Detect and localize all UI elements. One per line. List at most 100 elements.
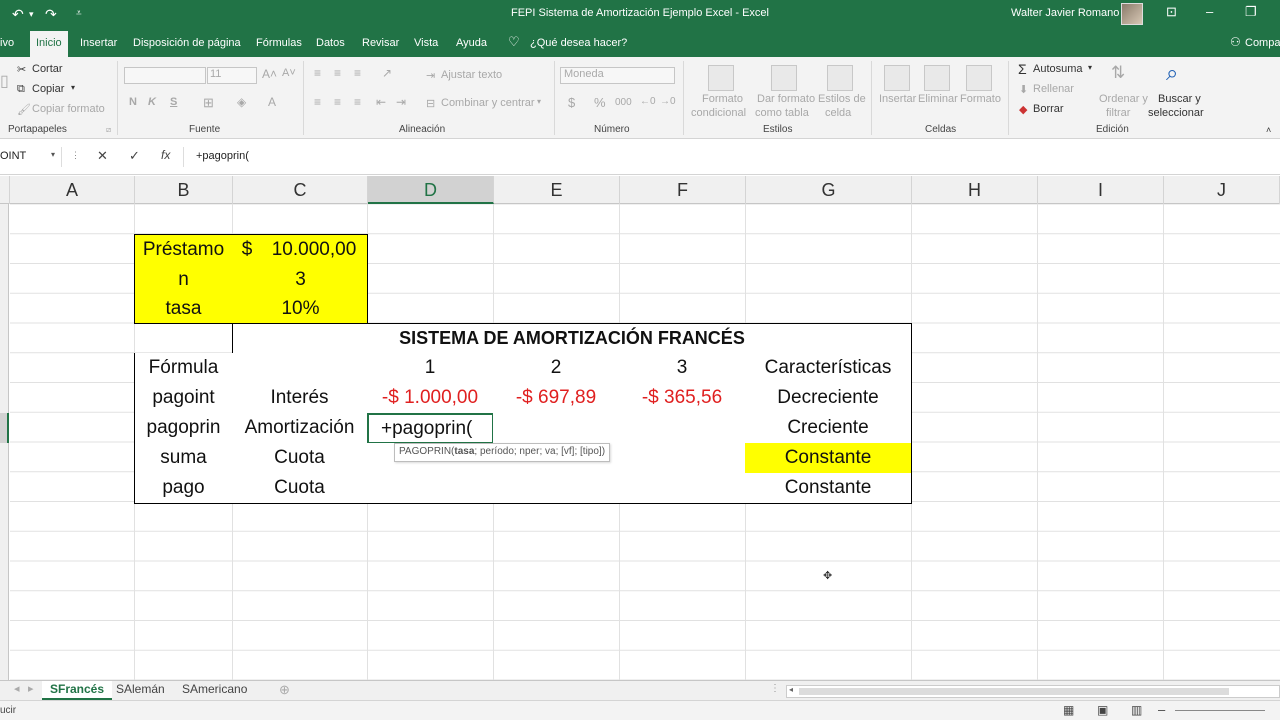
- prev-sheet-icon[interactable]: ◂: [14, 682, 20, 695]
- column-header-j[interactable]: J: [1164, 176, 1280, 204]
- cell-b3-loan-label[interactable]: Préstamo: [135, 235, 232, 265]
- tab-archivo[interactable]: ivo: [0, 37, 14, 49]
- column-header-c[interactable]: C: [233, 176, 368, 204]
- format-painter-button[interactable]: Copiar formato: [32, 103, 105, 115]
- cell-g10[interactable]: Constante: [745, 443, 912, 474]
- cell-f8[interactable]: -$ 365,56: [619, 383, 746, 414]
- cell-b8[interactable]: pagoint: [134, 383, 233, 414]
- align-middle-icon[interactable]: ≡: [334, 66, 341, 80]
- fill-button[interactable]: Rellenar: [1033, 83, 1074, 95]
- cell-b7-formula-header[interactable]: Fórmula: [134, 353, 233, 384]
- orientation-icon[interactable]: ↗: [382, 66, 392, 80]
- enter-icon[interactable]: ✓: [129, 148, 140, 164]
- autosum-button[interactable]: Autosuma: [1033, 63, 1083, 75]
- font-size-dropdown[interactable]: 11: [207, 67, 257, 84]
- name-box-dropdown-icon[interactable]: ▾: [51, 150, 55, 159]
- wrap-text-button[interactable]: Ajustar texto: [441, 69, 502, 81]
- cell-c4-n-value[interactable]: 3: [233, 265, 368, 295]
- conditional-format-icon[interactable]: [708, 65, 734, 91]
- cell-b11[interactable]: pago: [134, 473, 233, 504]
- zoom-slider[interactable]: [1175, 710, 1265, 711]
- align-top-icon[interactable]: ≡: [314, 66, 321, 80]
- cut-icon[interactable]: ✂: [17, 63, 26, 76]
- merge-dropdown-icon[interactable]: ▾: [537, 97, 541, 106]
- sort-filter-label-2[interactable]: filtrar: [1106, 107, 1130, 119]
- cancel-icon[interactable]: ✕: [97, 148, 108, 164]
- cell-g9[interactable]: Creciente: [745, 413, 912, 444]
- tab-vista[interactable]: Vista: [414, 37, 438, 49]
- underline-button[interactable]: S: [170, 96, 177, 108]
- formula-bar-menu-icon[interactable]: ⋮: [71, 150, 80, 161]
- increase-indent-icon[interactable]: ⇥: [396, 95, 406, 109]
- delete-cells-icon[interactable]: [924, 65, 950, 91]
- column-header-a[interactable]: A: [10, 176, 135, 204]
- clear-button[interactable]: Borrar: [1033, 103, 1064, 115]
- paste-icon[interactable]: ▯: [0, 71, 9, 91]
- align-bottom-icon[interactable]: ≡: [354, 66, 361, 80]
- conditional-format-label-2[interactable]: condicional: [691, 107, 746, 119]
- format-painter-icon[interactable]: 🖌: [17, 103, 31, 116]
- tooltip-current-arg[interactable]: tasa: [454, 446, 474, 457]
- increase-decimal-icon[interactable]: ←0: [640, 96, 656, 107]
- select-all-corner[interactable]: [0, 176, 10, 204]
- cell-c8[interactable]: Interés: [232, 383, 368, 414]
- normal-view-icon[interactable]: ▦: [1063, 703, 1074, 717]
- row-headers[interactable]: [0, 204, 9, 680]
- table-title[interactable]: SISTEMA DE AMORTIZACIÓN FRANCÉS: [232, 323, 912, 354]
- column-header-d[interactable]: D: [368, 176, 494, 204]
- collapse-ribbon-icon[interactable]: ˄: [1266, 125, 1271, 135]
- worksheet-grid[interactable]: Préstamo $ 10.000,00 n 3 tasa 10% SISTEM…: [10, 204, 1280, 680]
- column-header-g[interactable]: G: [746, 176, 912, 204]
- sort-filter-label-1[interactable]: Ordenar y: [1099, 93, 1148, 105]
- add-sheet-icon[interactable]: ⊕: [279, 682, 290, 698]
- cell-c9[interactable]: Amortización: [232, 413, 368, 444]
- cell-e7-period-2[interactable]: 2: [493, 353, 620, 384]
- borders-icon[interactable]: ⊞: [203, 95, 214, 111]
- align-left-icon[interactable]: ≡: [314, 95, 321, 109]
- clear-icon[interactable]: ◆: [1019, 103, 1027, 116]
- cell-g8[interactable]: Decreciente: [745, 383, 912, 414]
- cell-b10[interactable]: suma: [134, 443, 233, 474]
- decrease-decimal-icon[interactable]: →0: [660, 96, 676, 107]
- tab-disposicion[interactable]: Disposición de página: [133, 37, 241, 49]
- restore-icon[interactable]: ❐: [1245, 4, 1257, 20]
- find-select-label-2[interactable]: seleccionar: [1148, 107, 1204, 119]
- merge-icon[interactable]: ⊟: [426, 97, 435, 110]
- cell-c7[interactable]: [232, 353, 368, 384]
- cell-d8[interactable]: -$ 1.000,00: [367, 383, 494, 414]
- tab-inicio[interactable]: Inicio: [30, 31, 68, 57]
- cell-d11[interactable]: [367, 473, 494, 504]
- search-icon[interactable]: ⌕: [1166, 60, 1178, 86]
- cell-d7-period-1[interactable]: 1: [367, 353, 494, 384]
- cell-styles-label-1[interactable]: Estilos de: [818, 93, 866, 105]
- tab-ayuda[interactable]: Ayuda: [456, 37, 487, 49]
- formula-input[interactable]: +pagoprin(: [196, 150, 249, 162]
- horizontal-scrollbar[interactable]: ◂: [786, 685, 1280, 698]
- cell-c3-loan-amount[interactable]: 10.000,00: [264, 235, 364, 265]
- fill-color-icon[interactable]: ◈: [237, 95, 246, 109]
- wrap-text-icon[interactable]: ⇥: [426, 69, 435, 82]
- sheet-tab-sfrances[interactable]: SFrancés: [42, 681, 113, 700]
- copy-button[interactable]: Copiar: [32, 83, 64, 95]
- cell-g7-features-header[interactable]: Características: [745, 353, 912, 384]
- next-sheet-icon[interactable]: ▸: [28, 682, 34, 695]
- user-name[interactable]: Walter Javier Romano: [1011, 7, 1119, 19]
- cell-c10[interactable]: Cuota: [232, 443, 368, 474]
- insert-function-icon[interactable]: fx: [161, 148, 170, 162]
- cell-styles-label-2[interactable]: celda: [825, 107, 851, 119]
- align-right-icon[interactable]: ≡: [354, 95, 361, 109]
- tab-split-handle[interactable]: ⋮: [770, 683, 780, 694]
- tell-me-input[interactable]: ¿Qué desea hacer?: [530, 37, 627, 49]
- conditional-format-label-1[interactable]: Formato: [702, 93, 743, 105]
- format-as-table-label-1[interactable]: Dar formato: [757, 93, 815, 105]
- thousands-button[interactable]: 000: [615, 97, 632, 108]
- font-name-dropdown[interactable]: [124, 67, 206, 84]
- cell-c3-currency[interactable]: $: [240, 235, 254, 265]
- currency-button[interactable]: $: [568, 95, 575, 110]
- format-as-table-label-2[interactable]: como tabla: [755, 107, 809, 119]
- copy-dropdown-icon[interactable]: ▾: [71, 83, 75, 92]
- column-header-b[interactable]: B: [135, 176, 233, 204]
- cell-f9[interactable]: [619, 413, 746, 444]
- share-button[interactable]: Compar: [1245, 37, 1280, 49]
- function-tooltip[interactable]: PAGOPRIN(tasa; período; nper; va; [vf]; …: [394, 443, 611, 462]
